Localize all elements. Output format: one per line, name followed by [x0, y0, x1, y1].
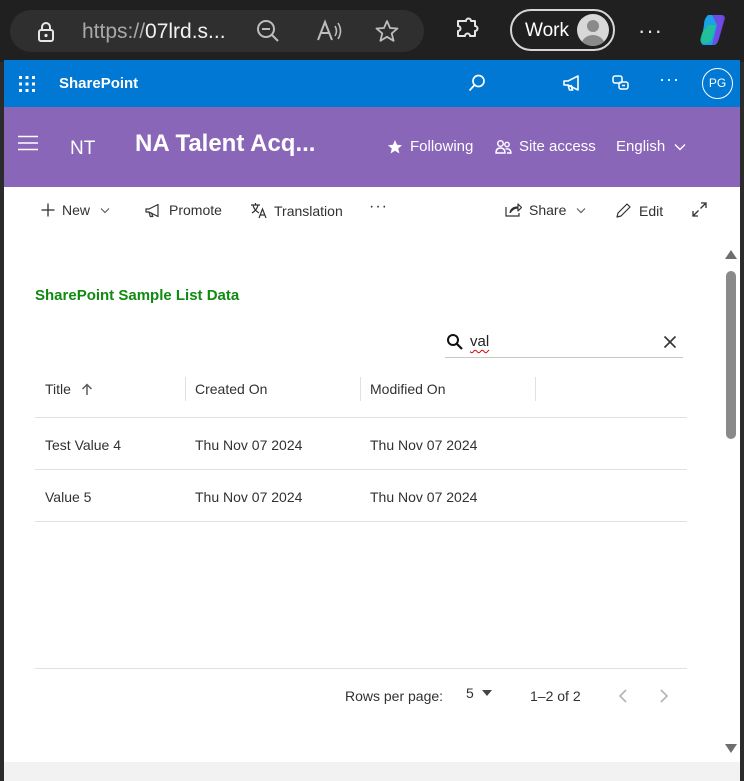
hamburger-menu-icon[interactable]	[17, 135, 39, 156]
rows-per-page-label: Rows per page:	[345, 688, 444, 704]
lock-icon[interactable]	[36, 21, 56, 48]
scroll-down-arrow-icon[interactable]	[725, 740, 737, 758]
account-avatar[interactable]: PG	[702, 68, 733, 99]
following-button[interactable]: Following	[387, 138, 473, 155]
site-access-button[interactable]: Site access	[495, 138, 596, 155]
read-aloud-icon[interactable]	[315, 18, 342, 44]
scrollbar-thumb[interactable]	[726, 271, 736, 439]
list-title: SharePoint Sample List Data	[35, 287, 240, 304]
zoom-out-icon[interactable]	[255, 18, 281, 44]
table-row[interactable]: Value 5 Thu Nov 07 2024 Thu Nov 07 2024	[35, 470, 687, 522]
command-bar: New Promote Translation ··· Share Edit	[4, 187, 740, 233]
search-icon[interactable]	[467, 73, 487, 98]
app-launcher-icon[interactable]	[18, 75, 36, 98]
list-web-part: SharePoint Sample List Data val Title Cr…	[4, 233, 724, 781]
chevron-down-icon	[576, 207, 586, 213]
pencil-icon	[616, 203, 631, 218]
command-more-button[interactable]: ···	[369, 198, 388, 216]
browser-toolbar: https://07lrd.s... Work ···	[0, 0, 744, 62]
search-input[interactable]: val	[470, 333, 489, 350]
megaphone-icon	[145, 203, 159, 217]
new-button[interactable]: New	[41, 202, 110, 218]
sort-ascending-arrow-icon	[81, 382, 92, 395]
cell-title: Value 5	[45, 489, 92, 505]
suite-bar: SharePoint ··· PG	[4, 60, 740, 107]
site-title[interactable]: NA Talent Acq...	[135, 130, 315, 158]
cell-modified-on: Thu Nov 07 2024	[370, 489, 478, 505]
column-header-modified-on[interactable]: Modified On	[370, 381, 445, 397]
star-filled-icon	[388, 139, 402, 153]
table-footer-divider	[35, 668, 687, 669]
previous-page-icon[interactable]	[618, 689, 628, 706]
search-icon	[446, 333, 464, 356]
column-divider[interactable]	[185, 377, 186, 401]
rows-per-page-select[interactable]: 5	[466, 685, 492, 701]
sharepoint-page: SharePoint ··· PG NT NA Talent Acq... Fo…	[4, 60, 740, 781]
bottom-toolbar-strip	[4, 762, 740, 781]
column-header-title[interactable]: Title	[45, 381, 93, 397]
extensions-icon[interactable]	[452, 17, 480, 50]
profile-label: Work	[525, 20, 569, 41]
caret-down-icon	[481, 690, 492, 696]
table-row[interactable]: Test Value 4 Thu Nov 07 2024 Thu Nov 07 …	[35, 418, 687, 470]
column-header-created-on[interactable]: Created On	[195, 381, 267, 397]
site-header: NT NA Talent Acq... Following Site acces…	[4, 107, 740, 187]
promote-button[interactable]: Promote	[145, 202, 222, 218]
feedback-megaphone-icon[interactable]	[561, 73, 583, 98]
following-label: Following	[410, 138, 474, 155]
cell-created-on: Thu Nov 07 2024	[195, 437, 303, 453]
column-divider[interactable]	[360, 377, 361, 401]
language-label: English	[616, 138, 666, 155]
pagination-range: 1–2 of 2	[530, 688, 581, 704]
profile-avatar	[577, 14, 609, 46]
browser-more-button[interactable]: ···	[638, 18, 663, 44]
favorite-star-icon[interactable]	[374, 18, 400, 44]
vertical-scrollbar[interactable]	[722, 233, 740, 755]
column-divider[interactable]	[535, 377, 536, 401]
translation-button[interactable]: Translation	[250, 202, 343, 219]
chevron-down-icon	[674, 143, 686, 150]
cell-modified-on: Thu Nov 07 2024	[370, 437, 478, 453]
clear-search-icon[interactable]	[663, 335, 677, 354]
share-button[interactable]: Share	[505, 202, 586, 218]
language-dropdown[interactable]: English	[616, 138, 686, 155]
copilot-icon[interactable]	[694, 11, 732, 54]
cell-created-on: Thu Nov 07 2024	[195, 489, 303, 505]
edit-button[interactable]: Edit	[615, 202, 663, 219]
expand-icon[interactable]	[692, 202, 707, 217]
share-icon	[505, 202, 522, 217]
suite-more-button[interactable]: ···	[659, 69, 680, 90]
address-bar[interactable]: https://07lrd.s...	[10, 10, 424, 52]
site-access-label: Site access	[519, 138, 596, 155]
chevron-down-icon	[100, 207, 110, 213]
search-box[interactable]: val	[445, 328, 683, 358]
help-icon[interactable]	[611, 73, 631, 98]
url-text[interactable]: https://07lrd.s...	[82, 20, 226, 44]
cell-title: Test Value 4	[45, 437, 122, 453]
app-title[interactable]: SharePoint	[59, 75, 138, 92]
profile-button[interactable]: Work	[510, 9, 615, 51]
next-page-icon[interactable]	[659, 689, 669, 706]
scroll-up-arrow-icon[interactable]	[725, 246, 737, 264]
site-logo-abbr[interactable]: NT	[70, 138, 95, 160]
people-icon	[495, 139, 512, 154]
table-header: Title Created On Modified On	[35, 365, 687, 418]
plus-icon	[41, 203, 55, 217]
translate-icon	[251, 203, 267, 219]
